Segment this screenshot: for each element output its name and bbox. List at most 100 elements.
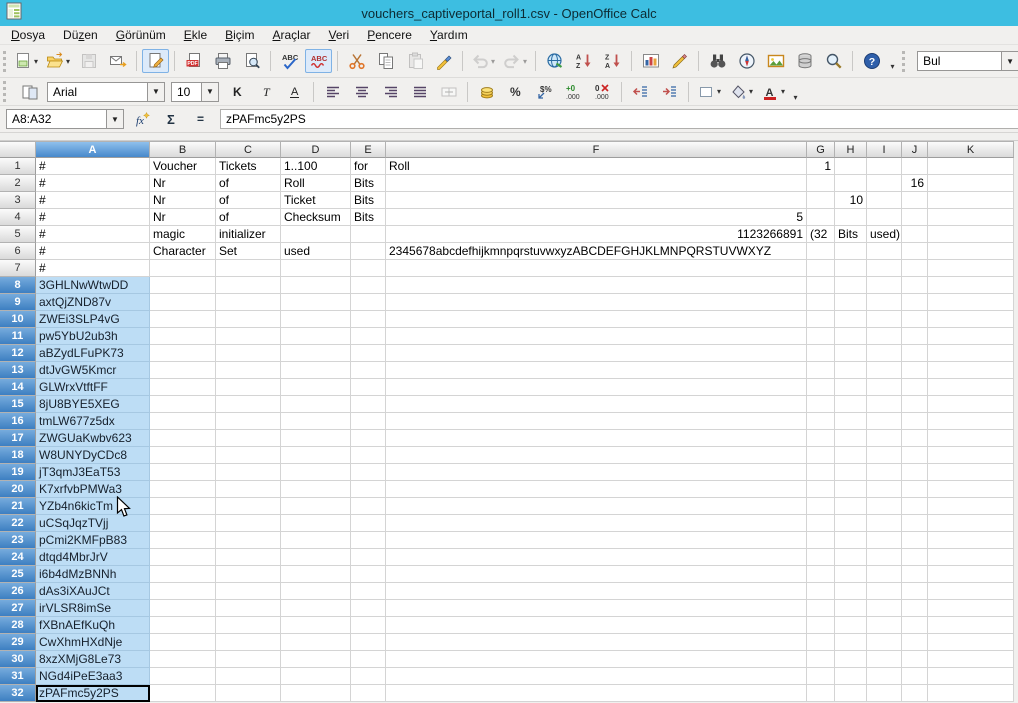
cell-A31[interactable]: NGd4iPeE3aa3 (36, 668, 150, 685)
sum-button[interactable]: Σ (159, 108, 185, 130)
italic-button[interactable]: T (252, 81, 279, 103)
cell-G22[interactable] (807, 515, 835, 532)
cell-A10[interactable]: ZWEi3SLP4vG (36, 311, 150, 328)
font-color-button[interactable]: A▾ (758, 81, 788, 103)
cell-A1[interactable]: # (36, 158, 150, 175)
cell-G12[interactable] (807, 345, 835, 362)
cell-B8[interactable] (150, 277, 216, 294)
cell-J22[interactable] (902, 515, 928, 532)
cell-C11[interactable] (216, 328, 281, 345)
cell-E1[interactable]: for (351, 158, 386, 175)
cell-J30[interactable] (902, 651, 928, 668)
cell-D22[interactable] (281, 515, 351, 532)
dropdown-arrow-icon[interactable]: ▾ (781, 87, 785, 96)
cell-E21[interactable] (351, 498, 386, 515)
align-justify-button[interactable] (406, 81, 433, 103)
cell-G18[interactable] (807, 447, 835, 464)
cell-A15[interactable]: 8jU8BYE5XEG (36, 396, 150, 413)
cell-K15[interactable] (928, 396, 1014, 413)
cell-D5[interactable] (281, 226, 351, 243)
cell-D23[interactable] (281, 532, 351, 549)
menu-düzen[interactable]: Düzen (54, 26, 107, 44)
cell-F7[interactable] (386, 260, 807, 277)
cell-I5[interactable]: used) (867, 226, 902, 243)
increase-indent-button[interactable] (656, 81, 683, 103)
row-header-6[interactable]: 6 (0, 243, 36, 260)
cell-C15[interactable] (216, 396, 281, 413)
cell-H31[interactable] (835, 668, 867, 685)
percent-button[interactable]: % (502, 81, 529, 103)
add-decimal-button[interactable]: +0.000 (560, 81, 587, 103)
cell-J25[interactable] (902, 566, 928, 583)
cell-J14[interactable] (902, 379, 928, 396)
cell-H1[interactable] (835, 158, 867, 175)
cell-I32[interactable] (867, 685, 902, 702)
cell-B29[interactable] (150, 634, 216, 651)
cell-B12[interactable] (150, 345, 216, 362)
cell-G31[interactable] (807, 668, 835, 685)
cell-F31[interactable] (386, 668, 807, 685)
chevron-down-icon[interactable]: ▼ (201, 83, 218, 101)
cell-C25[interactable] (216, 566, 281, 583)
row-header-5[interactable]: 5 (0, 226, 36, 243)
cell-A16[interactable]: tmLW677z5dx (36, 413, 150, 430)
cell-B22[interactable] (150, 515, 216, 532)
cell-K3[interactable] (928, 192, 1014, 209)
cell-I28[interactable] (867, 617, 902, 634)
cell-G29[interactable] (807, 634, 835, 651)
chart-button[interactable] (637, 49, 664, 73)
cell-K9[interactable] (928, 294, 1014, 311)
cell-F9[interactable] (386, 294, 807, 311)
dropdown-arrow-icon[interactable]: ▾ (66, 57, 70, 66)
cell-B32[interactable] (150, 685, 216, 702)
cell-I3[interactable] (867, 192, 902, 209)
cell-E4[interactable]: Bits (351, 209, 386, 226)
cell-J24[interactable] (902, 549, 928, 566)
cell-I17[interactable] (867, 430, 902, 447)
cell-K29[interactable] (928, 634, 1014, 651)
cell-D12[interactable] (281, 345, 351, 362)
column-header-C[interactable]: C (216, 141, 281, 158)
cell-B30[interactable] (150, 651, 216, 668)
cell-C29[interactable] (216, 634, 281, 651)
menu-görünüm[interactable]: Görünüm (107, 26, 175, 44)
cell-I1[interactable] (867, 158, 902, 175)
cell-K14[interactable] (928, 379, 1014, 396)
cell-K23[interactable] (928, 532, 1014, 549)
cell-I16[interactable] (867, 413, 902, 430)
find-combobox[interactable]: ▼ (917, 51, 1018, 71)
cell-F17[interactable] (386, 430, 807, 447)
cell-E9[interactable] (351, 294, 386, 311)
cell-D30[interactable] (281, 651, 351, 668)
email-button[interactable] (104, 49, 131, 73)
cell-G2[interactable] (807, 175, 835, 192)
cell-C2[interactable]: of (216, 175, 281, 192)
copy-button[interactable] (372, 49, 399, 73)
cell-I29[interactable] (867, 634, 902, 651)
cell-E26[interactable] (351, 583, 386, 600)
row-header-30[interactable]: 30 (0, 651, 36, 668)
font-name-combobox[interactable]: ▼ (47, 82, 165, 102)
cell-D28[interactable] (281, 617, 351, 634)
cell-B19[interactable] (150, 464, 216, 481)
row-header-22[interactable]: 22 (0, 515, 36, 532)
standard-format-button[interactable]: $% (531, 81, 558, 103)
currency-button[interactable] (473, 81, 500, 103)
cell-I27[interactable] (867, 600, 902, 617)
column-header-E[interactable]: E (351, 141, 386, 158)
cell-E6[interactable] (351, 243, 386, 260)
cell-I21[interactable] (867, 498, 902, 515)
cell-G28[interactable] (807, 617, 835, 634)
cell-H25[interactable] (835, 566, 867, 583)
new-document-button[interactable]: ▾ (11, 49, 41, 73)
cell-H27[interactable] (835, 600, 867, 617)
cell-G24[interactable] (807, 549, 835, 566)
cell-E28[interactable] (351, 617, 386, 634)
cell-B7[interactable] (150, 260, 216, 277)
cell-I13[interactable] (867, 362, 902, 379)
row-header-23[interactable]: 23 (0, 532, 36, 549)
cell-F8[interactable] (386, 277, 807, 294)
cell-D25[interactable] (281, 566, 351, 583)
zoom-button[interactable] (820, 49, 847, 73)
cell-H15[interactable] (835, 396, 867, 413)
